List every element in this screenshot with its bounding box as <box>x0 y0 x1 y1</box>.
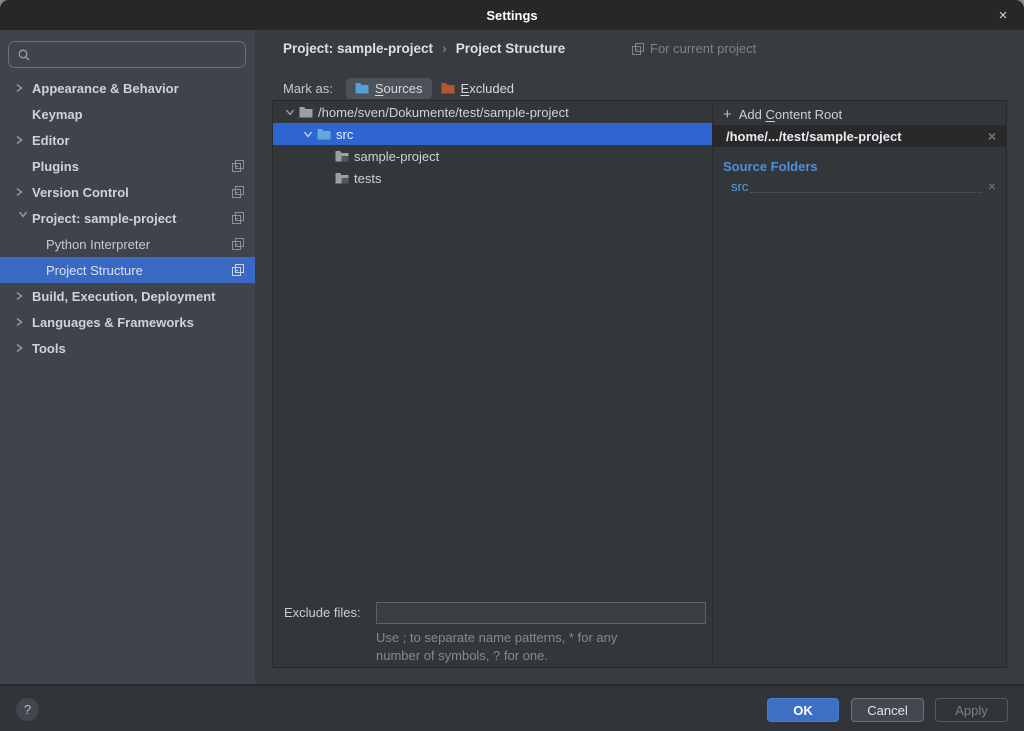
tree-row-tests[interactable]: tests <box>273 167 712 189</box>
ok-button[interactable]: OK <box>767 698 839 722</box>
per-project-icon <box>632 43 644 55</box>
breadcrumb-separator-icon: › <box>442 40 447 56</box>
exclude-files-label: Exclude files: <box>284 605 361 620</box>
sidebar-item-build-execution-deployment[interactable]: Build, Execution, Deployment <box>0 283 255 309</box>
settings-sidebar: Appearance & Behavior Keymap Editor Plug… <box>0 30 255 684</box>
chevron-right-icon <box>14 83 32 93</box>
project-structure-panel: /home/sven/Dokumente/test/sample-project… <box>272 100 1007 668</box>
content-root-path: /home/.../test/sample-project <box>726 129 902 144</box>
directory-tree: /home/sven/Dokumente/test/sample-project… <box>273 101 712 667</box>
chevron-right-icon <box>14 187 32 197</box>
exclude-files-hint: Use ; to separate name patterns, * for a… <box>376 629 617 665</box>
mark-as-toolbar: Mark as: Sources Excluded <box>283 75 523 101</box>
chevron-right-icon <box>14 135 32 145</box>
breadcrumb: Project: sample-project › Project Struct… <box>283 40 565 56</box>
sidebar-item-languages-frameworks[interactable]: Languages & Frameworks <box>0 309 255 335</box>
sidebar-item-version-control[interactable]: Version Control <box>0 179 255 205</box>
exclude-files-input[interactable] <box>376 602 706 624</box>
sidebar-item-label: Project Structure <box>46 263 143 278</box>
mark-excluded-label: Excluded <box>461 81 514 96</box>
chevron-right-icon <box>14 343 32 353</box>
content-roots-pane: + Add Content Root /home/.../test/sample… <box>712 101 1006 667</box>
per-project-icon <box>232 264 244 276</box>
help-button[interactable]: ? <box>16 698 39 721</box>
remove-content-root-icon[interactable]: × <box>988 128 996 144</box>
remove-source-folder-icon[interactable]: × <box>988 178 996 194</box>
plus-icon: + <box>723 107 732 122</box>
sidebar-item-editor[interactable]: Editor <box>0 127 255 153</box>
per-project-icon <box>232 186 244 198</box>
cancel-button[interactable]: Cancel <box>851 698 924 722</box>
chevron-down-icon <box>18 209 28 227</box>
question-mark-icon: ? <box>24 702 31 717</box>
sidebar-item-label: Project: sample-project <box>32 211 177 226</box>
sidebar-item-label: Version Control <box>32 185 129 200</box>
folder-icon <box>335 172 354 184</box>
mark-as-label: Mark as: <box>283 81 333 96</box>
chevron-down-icon[interactable] <box>303 125 313 143</box>
tree-row-content-root[interactable]: /home/sven/Dokumente/test/sample-project <box>273 101 712 123</box>
sidebar-item-label: Build, Execution, Deployment <box>32 289 215 304</box>
sidebar-item-plugins[interactable]: Plugins <box>0 153 255 179</box>
folder-icon <box>335 150 354 162</box>
dotted-leader <box>750 180 981 193</box>
tree-row-label: tests <box>354 171 381 186</box>
search-icon <box>17 48 31 62</box>
sidebar-item-appearance-behavior[interactable]: Appearance & Behavior <box>0 75 255 101</box>
folder-icon <box>299 106 318 118</box>
sidebar-item-label: Languages & Frameworks <box>32 315 194 330</box>
chevron-right-icon <box>14 317 32 327</box>
tree-row-src[interactable]: src <box>273 123 712 145</box>
apply-button: Apply <box>935 698 1008 722</box>
mark-sources-label: Sources <box>375 81 423 96</box>
sidebar-item-tools[interactable]: Tools <box>0 335 255 361</box>
source-folder-name: src <box>731 179 748 194</box>
sidebar-item-label: Keymap <box>32 107 83 122</box>
window-title: Settings <box>486 8 537 23</box>
per-project-icon <box>232 160 244 172</box>
breadcrumb-page: Project Structure <box>456 41 566 56</box>
sidebar-item-label: Editor <box>32 133 70 148</box>
tree-row-label: src <box>336 127 353 142</box>
settings-dialog: Settings × Appearance & Behavior Keymap <box>0 0 1024 731</box>
search-box[interactable] <box>8 41 246 68</box>
tree-row-label: sample-project <box>354 149 439 164</box>
search-input[interactable] <box>37 47 227 62</box>
chevron-down-icon[interactable] <box>285 103 295 121</box>
chevron-right-icon <box>14 291 32 301</box>
source-folder-item-src[interactable]: src × <box>713 176 1006 196</box>
sources-folder-icon <box>355 82 369 94</box>
dialog-footer: ? OK Cancel Apply <box>0 684 1024 731</box>
sidebar-item-label: Python Interpreter <box>46 237 150 252</box>
scope-note: For current project <box>632 41 756 56</box>
tree-row-label: /home/sven/Dokumente/test/sample-project <box>318 105 569 120</box>
tree-row-sample-project[interactable]: sample-project <box>273 145 712 167</box>
content-root-item[interactable]: /home/.../test/sample-project × <box>713 125 1006 147</box>
sidebar-item-project-sample-project[interactable]: Project: sample-project <box>0 205 255 231</box>
mark-excluded-button[interactable]: Excluded <box>432 78 523 99</box>
titlebar: Settings × <box>0 0 1024 30</box>
per-project-icon <box>232 212 244 224</box>
main-content: Project: sample-project › Project Struct… <box>255 30 1024 684</box>
excluded-folder-icon <box>441 82 455 94</box>
source-folders-title: Source Folders <box>713 156 1006 176</box>
scope-note-label: For current project <box>650 41 756 56</box>
add-content-root-label: Add Content Root <box>739 107 842 122</box>
sidebar-item-project-structure[interactable]: Project Structure <box>0 257 255 283</box>
sidebar-item-label: Plugins <box>32 159 79 174</box>
sidebar-item-keymap[interactable]: Keymap <box>0 101 255 127</box>
mark-sources-button[interactable]: Sources <box>346 78 432 99</box>
sidebar-item-label: Tools <box>32 341 66 356</box>
sidebar-item-label: Appearance & Behavior <box>32 81 179 96</box>
per-project-icon <box>232 238 244 250</box>
close-icon[interactable]: × <box>993 0 1013 30</box>
sidebar-tree: Appearance & Behavior Keymap Editor Plug… <box>0 75 255 361</box>
add-content-root-button[interactable]: + Add Content Root <box>713 103 1006 125</box>
breadcrumb-project[interactable]: Project: sample-project <box>283 41 433 56</box>
source-folder-icon <box>317 128 336 140</box>
sidebar-item-python-interpreter[interactable]: Python Interpreter <box>0 231 255 257</box>
